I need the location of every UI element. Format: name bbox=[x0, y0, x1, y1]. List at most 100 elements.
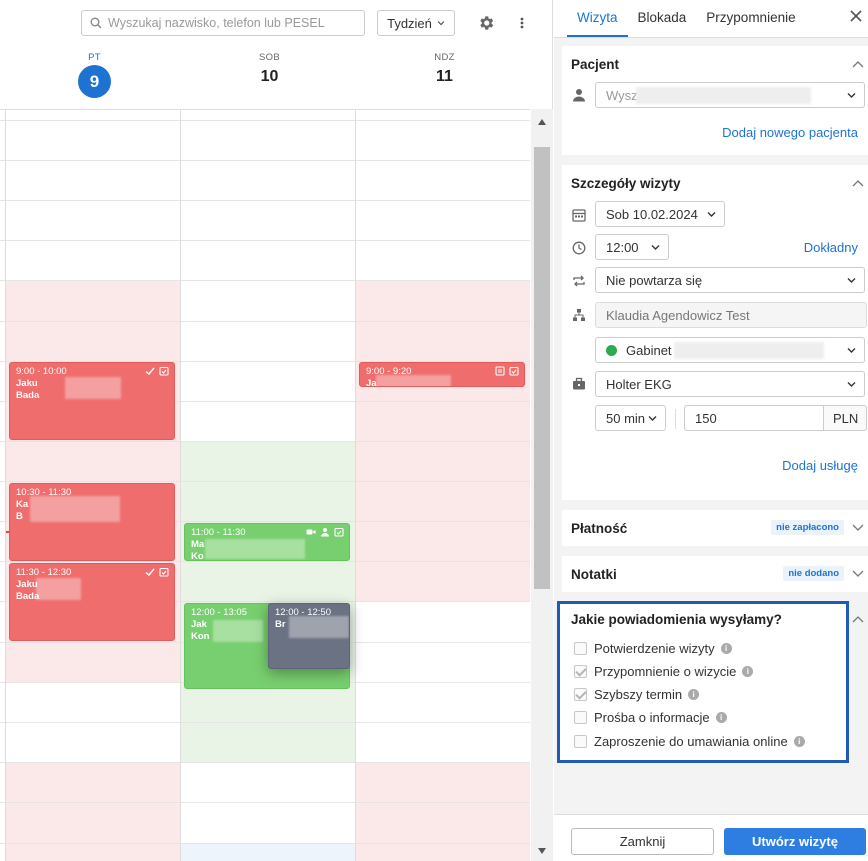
chevron-up-icon[interactable] bbox=[852, 179, 864, 187]
tab-przypomnienie[interactable]: Przypomnienie bbox=[696, 10, 805, 37]
grid-line bbox=[0, 561, 530, 562]
add-patient-link[interactable]: Dodaj nowego pacjenta bbox=[722, 125, 858, 140]
section-title: Szczegóły wizyty bbox=[571, 176, 681, 191]
appointment-event[interactable]: 9:00 - 10:00 Jaku Bada bbox=[9, 362, 175, 440]
chevron-up-icon[interactable] bbox=[852, 615, 864, 623]
panel-footer: Zamknij Utwórz wizytę bbox=[554, 814, 868, 861]
service-select[interactable]: Holter EKG bbox=[595, 371, 865, 397]
checkbox[interactable] bbox=[574, 642, 587, 655]
patient-select[interactable]: Wysz bbox=[595, 82, 865, 108]
room-select[interactable]: Gabinet bbox=[595, 337, 865, 363]
tab-blokada[interactable]: Blokada bbox=[628, 10, 697, 37]
create-appointment-button[interactable]: Utwórz wizytę bbox=[724, 828, 866, 855]
notify-online-booking-checkbox[interactable]: Zaproszenie do umawiania online i bbox=[574, 734, 805, 749]
section-title: Jakie powiadomienia wysyłamy? bbox=[571, 612, 782, 627]
repeat-select[interactable]: Nie powtarza się bbox=[595, 267, 865, 293]
view-select[interactable]: Tydzień bbox=[377, 10, 455, 36]
patient-section: Pacjent Wysz Dodaj nowego pacjenta bbox=[562, 46, 868, 155]
scroll-down-icon[interactable] bbox=[537, 847, 547, 855]
doctor-value: Klaudia Agendowicz Test bbox=[606, 307, 750, 323]
close-button[interactable]: Zamknij bbox=[571, 828, 714, 855]
time-select[interactable]: 12:00 bbox=[595, 234, 669, 260]
search-input[interactable]: Wyszukaj nazwisko, telefon lub PESEL bbox=[81, 10, 365, 36]
notifications-section: Jakie powiadomienia wysyłamy? Potwierdze… bbox=[557, 601, 849, 763]
checkbox[interactable] bbox=[574, 688, 587, 701]
price-input[interactable]: 150 bbox=[684, 405, 824, 431]
day-number: 9 bbox=[78, 65, 111, 98]
checkbox-label: Przypomnienie o wizycie bbox=[594, 664, 737, 679]
gear-icon[interactable] bbox=[477, 14, 495, 32]
scroll-up-icon[interactable] bbox=[537, 118, 547, 126]
redacted-area bbox=[289, 616, 349, 638]
check-icon bbox=[145, 367, 155, 375]
notify-sooner-slot-checkbox[interactable]: Szybszy termin i bbox=[574, 687, 700, 702]
duration-select[interactable]: 50 min bbox=[595, 405, 666, 431]
appointment-event[interactable]: 11:30 - 12:30 Jaku Bada bbox=[9, 563, 175, 641]
redacted-area bbox=[674, 342, 824, 359]
info-icon[interactable]: i bbox=[793, 736, 805, 747]
appointment-event-dragging[interactable]: 12:00 - 12:50 Br bbox=[268, 603, 350, 669]
chevron-down-icon[interactable] bbox=[852, 524, 864, 532]
grid-line bbox=[0, 722, 530, 723]
payment-status-badge: nie zapłacono bbox=[771, 520, 844, 535]
more-vertical-icon[interactable] bbox=[516, 14, 528, 32]
chevron-up-icon[interactable] bbox=[852, 60, 864, 68]
chevron-down-icon bbox=[847, 348, 856, 353]
day-name: NDZ bbox=[434, 52, 455, 63]
grid-column-divider bbox=[5, 110, 6, 861]
appointment-event[interactable]: 11:00 - 11:30 Ma Ko bbox=[184, 523, 350, 561]
grid-column-divider bbox=[180, 110, 181, 861]
notify-info-request-checkbox[interactable]: Prośba o informacje i bbox=[574, 710, 727, 725]
day-column-sun[interactable] bbox=[355, 110, 530, 861]
checkbox[interactable] bbox=[574, 735, 587, 748]
redacted-area bbox=[65, 377, 121, 399]
grid-line bbox=[0, 762, 530, 763]
appointment-event[interactable]: 9:00 - 9:20 Ja bbox=[359, 362, 525, 387]
section-title: Pacjent bbox=[571, 57, 620, 72]
checkbox-label: Potwierdzenie wizyty bbox=[594, 641, 715, 656]
search-placeholder: Wyszukaj nazwisko, telefon lub PESEL bbox=[108, 16, 325, 30]
close-icon[interactable] bbox=[850, 10, 862, 22]
currency-addon: PLN bbox=[823, 405, 867, 431]
highlight-block bbox=[180, 843, 355, 861]
info-icon[interactable]: i bbox=[688, 689, 700, 700]
add-service-link[interactable]: Dodaj usługę bbox=[782, 458, 858, 473]
time-value: 12:00 bbox=[606, 239, 639, 255]
checkbox[interactable] bbox=[574, 711, 587, 724]
day-header-sat[interactable]: SOB 10 bbox=[182, 52, 357, 86]
notify-reminder-checkbox[interactable]: Przypomnienie o wizycie i bbox=[574, 664, 754, 679]
briefcase-icon bbox=[573, 377, 585, 390]
calendar-scrollbar[interactable] bbox=[531, 109, 553, 861]
appointment-event[interactable]: 10:30 - 11:30 Ka B bbox=[9, 483, 175, 561]
info-icon[interactable]: i bbox=[742, 666, 754, 677]
day-header-sun[interactable]: NDZ 11 bbox=[357, 52, 532, 86]
tab-wizyta[interactable]: Wizyta bbox=[567, 10, 628, 37]
day-header-fri[interactable]: PT 9 bbox=[7, 52, 182, 98]
grid-line bbox=[0, 481, 530, 482]
day-number: 10 bbox=[260, 68, 279, 85]
notes-section[interactable]: Notatki nie dodano bbox=[562, 556, 868, 592]
note-icon bbox=[495, 366, 505, 376]
redacted-area bbox=[376, 375, 451, 386]
price-value: 150 bbox=[695, 410, 717, 426]
checkbox-label: Prośba o informacje bbox=[594, 710, 710, 725]
section-title: Notatki bbox=[571, 567, 617, 582]
exact-time-link[interactable]: Dokładny bbox=[804, 240, 858, 255]
unavailable-block bbox=[355, 762, 530, 861]
appointment-details-section: Szczegóły wizyty Sob 10.02.2024 12:00 Do… bbox=[562, 165, 868, 500]
video-icon bbox=[306, 529, 316, 535]
scrollbar-thumb[interactable] bbox=[534, 147, 550, 589]
info-icon[interactable]: i bbox=[715, 712, 727, 723]
redacted-area bbox=[30, 496, 120, 522]
notify-confirmation-checkbox[interactable]: Potwierdzenie wizyty i bbox=[574, 641, 732, 656]
chevron-down-icon[interactable] bbox=[852, 570, 864, 578]
payment-section[interactable]: Płatność nie zapłacono bbox=[562, 510, 868, 546]
day-column-sat[interactable] bbox=[180, 110, 355, 861]
checkbox[interactable] bbox=[574, 665, 587, 678]
clock-icon bbox=[572, 241, 586, 255]
calendar-check-icon bbox=[334, 527, 344, 537]
date-select[interactable]: Sob 10.02.2024 bbox=[595, 201, 725, 227]
calendar-grid[interactable]: 9:00 - 10:00 Jaku Bada 10:30 - 11:30 Ka … bbox=[0, 109, 530, 861]
info-icon[interactable]: i bbox=[720, 643, 732, 654]
grid-line bbox=[0, 120, 530, 121]
